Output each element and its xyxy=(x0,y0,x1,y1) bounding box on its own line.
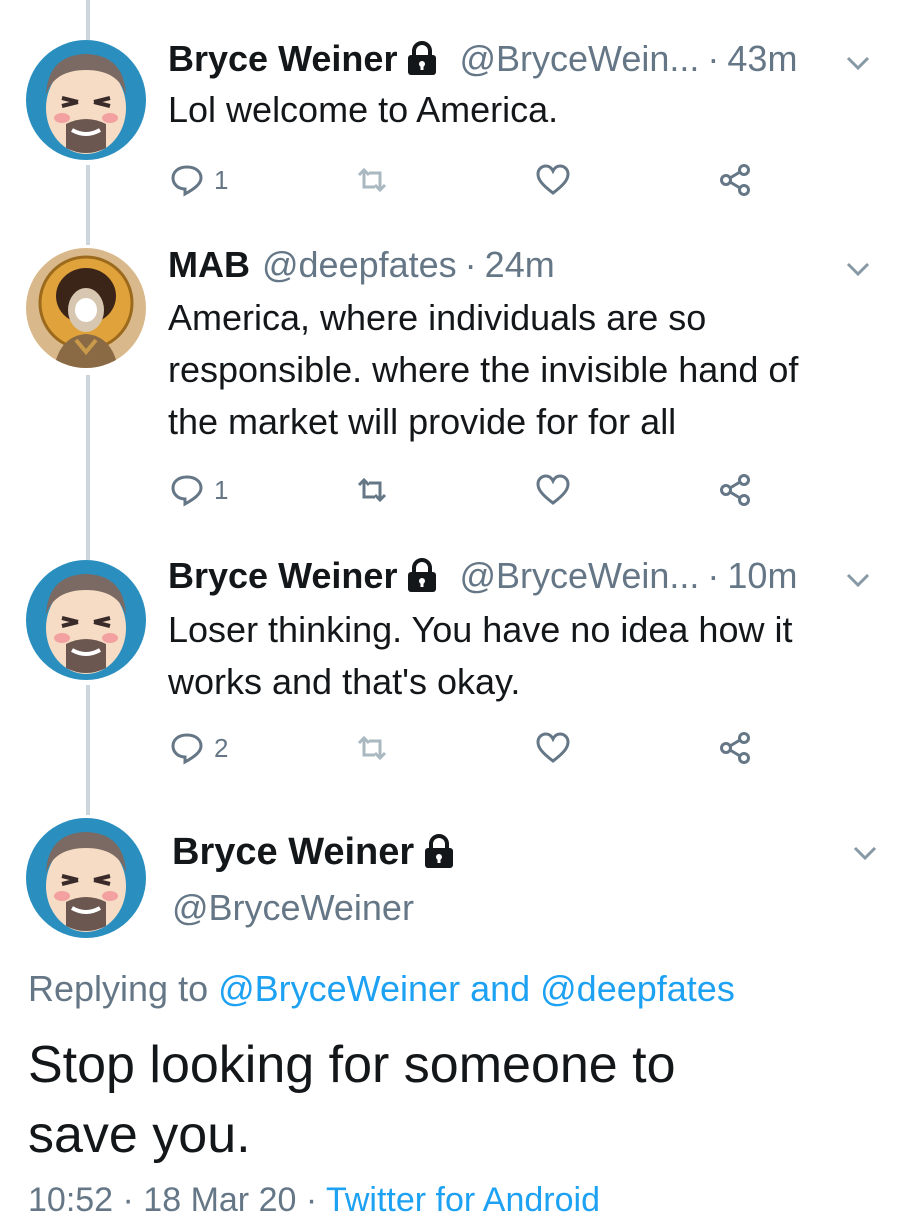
tweet-source-link[interactable]: Twitter for Android xyxy=(326,1181,600,1219)
lock-icon xyxy=(422,834,456,870)
tweet-text-line: America, where individuals are so xyxy=(168,297,707,338)
action-row: 2 xyxy=(170,728,810,768)
tweet-text: America, where individuals are so respon… xyxy=(168,292,878,448)
author-name[interactable]: Bryce Weiner xyxy=(168,553,397,599)
tweet-time[interactable]: 10m xyxy=(727,553,797,599)
mention-link[interactable]: @BryceWeiner xyxy=(218,968,460,1009)
main-author-handle[interactable]: @BryceWeiner xyxy=(172,886,414,930)
tweet-header: Bryce Weiner @BryceWein... · 43m xyxy=(168,36,797,82)
retweet-icon xyxy=(357,167,387,193)
reply-button[interactable]: 1 xyxy=(170,160,228,200)
retweet-icon xyxy=(357,735,387,761)
reply-icon xyxy=(171,475,203,507)
share-icon xyxy=(720,164,750,196)
thread-line-2 xyxy=(86,375,90,560)
thread-line-3 xyxy=(86,685,90,815)
avatar[interactable] xyxy=(26,248,146,368)
author-handle[interactable]: @deepfates xyxy=(262,242,457,288)
avatar[interactable] xyxy=(26,818,146,938)
replying-prefix: Replying to xyxy=(28,968,219,1009)
tweet-time[interactable]: 43m xyxy=(727,36,797,82)
chevron-down-icon[interactable] xyxy=(843,565,873,595)
like-icon xyxy=(536,474,570,505)
thread-line-top xyxy=(86,0,90,40)
mab-avatar-image xyxy=(26,248,146,368)
retweet-icon xyxy=(357,477,387,503)
retweet-button[interactable] xyxy=(355,160,389,200)
chevron-down-icon[interactable] xyxy=(843,254,873,284)
bryce-avatar-image xyxy=(26,40,146,160)
retweet-button[interactable] xyxy=(355,728,389,768)
action-row: 1 xyxy=(170,160,810,200)
main-author-name[interactable]: Bryce Weiner xyxy=(172,830,414,874)
retweet-button[interactable] xyxy=(355,470,389,510)
like-button[interactable] xyxy=(536,160,570,200)
share-icon xyxy=(720,732,750,764)
bryce-avatar-image xyxy=(26,560,146,680)
share-button[interactable] xyxy=(718,160,752,200)
tweet-meta: 10:52 · 18 Mar 20 · Twitter for Android xyxy=(28,1180,600,1220)
share-icon xyxy=(720,474,750,506)
bryce-avatar-image xyxy=(26,818,146,938)
tweet-text-line: responsible. where the invisible hand of xyxy=(168,349,799,390)
separator-dot: · xyxy=(707,555,720,596)
action-row: 1 xyxy=(170,470,810,510)
author-handle[interactable]: @BryceWein... xyxy=(459,36,699,82)
tweet-text-line: works and that's okay. xyxy=(168,661,521,702)
separator-dot: · xyxy=(707,38,720,79)
author-handle[interactable]: @BryceWein... xyxy=(459,553,699,599)
replying-and: and xyxy=(460,968,541,1009)
thread-line-1 xyxy=(86,165,90,245)
main-tweet-text-line: save you. xyxy=(28,1106,251,1164)
avatar[interactable] xyxy=(26,560,146,680)
tweet-time[interactable]: 24m xyxy=(485,242,555,288)
reply-icon xyxy=(171,165,203,197)
reply-button[interactable]: 1 xyxy=(170,470,228,510)
reply-count: 1 xyxy=(214,164,229,195)
tweet-text-line: the market will provide for for all xyxy=(168,401,677,442)
like-button[interactable] xyxy=(536,728,570,768)
tweet-header: Bryce Weiner @BryceWein... · 10m xyxy=(168,553,797,599)
author-name[interactable]: Bryce Weiner xyxy=(168,36,397,82)
tweet-timestamp: 10:52 · 18 Mar 20 · xyxy=(28,1181,326,1219)
reply-count: 1 xyxy=(214,474,229,505)
mention-link[interactable]: @deepfates xyxy=(540,968,735,1009)
tweet-text: Loser thinking. You have no idea how it … xyxy=(168,604,878,708)
reply-button[interactable]: 2 xyxy=(170,728,228,768)
main-tweet-text-line: Stop looking for someone to xyxy=(28,1036,676,1094)
share-button[interactable] xyxy=(718,470,752,510)
chevron-down-icon[interactable] xyxy=(850,838,880,868)
share-button[interactable] xyxy=(718,728,752,768)
reply-icon xyxy=(171,733,203,765)
tweet-header: MAB @deepfates · 24m xyxy=(168,242,555,288)
lock-icon xyxy=(405,558,439,594)
tweet-text: Lol welcome to America. xyxy=(168,89,559,130)
author-name[interactable]: MAB xyxy=(168,242,250,288)
chevron-down-icon[interactable] xyxy=(843,48,873,78)
replying-to: Replying to @BryceWeiner and @deepfates xyxy=(28,966,735,1012)
like-button[interactable] xyxy=(536,470,570,510)
tweet-text-line: Loser thinking. You have no idea how it xyxy=(168,609,793,650)
reply-count: 2 xyxy=(214,732,229,763)
main-author-name-row: Bryce Weiner xyxy=(172,830,464,874)
separator-dot: · xyxy=(464,244,477,285)
main-tweet-text: Stop looking for someone to save you. xyxy=(28,1030,878,1170)
lock-icon xyxy=(405,41,439,77)
avatar[interactable] xyxy=(26,40,146,160)
like-icon xyxy=(536,164,570,195)
like-icon xyxy=(536,732,570,763)
